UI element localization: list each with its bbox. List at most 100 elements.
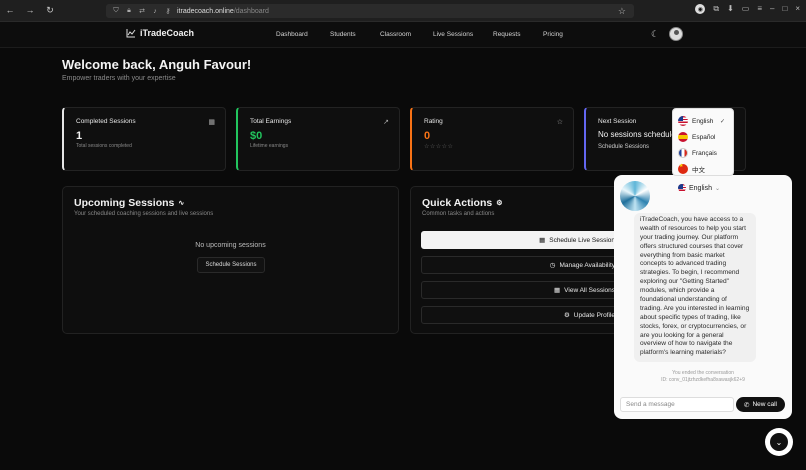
star-icon: ☆ xyxy=(556,119,563,126)
language-option-english[interactable]: English ✓ xyxy=(673,113,733,129)
clock-icon: ◷ xyxy=(549,262,556,269)
option-label: Español xyxy=(692,133,716,141)
china-flag-icon xyxy=(678,163,688,174)
page-subtitle: Empower traders with your expertise xyxy=(62,75,176,82)
message-input[interactable]: Send a message xyxy=(620,397,734,412)
empty-state-text: No upcoming sessions xyxy=(195,242,266,249)
stat-sub: Lifetime earnings xyxy=(250,143,289,149)
reload-icon[interactable]: ↻ xyxy=(44,5,56,16)
page-title: Welcome back, Anguh Favour! xyxy=(62,57,252,72)
key-icon: ⚷ xyxy=(165,8,171,15)
conversation-ended-note: You ended the conversation ID: conv_01jt… xyxy=(614,370,792,383)
chat-toggle-button[interactable]: ⌄ xyxy=(765,428,793,456)
upcoming-title-text: Upcoming Sessions xyxy=(74,197,175,209)
stat-value: 0 xyxy=(424,130,431,142)
stat-title: Total Earnings xyxy=(250,118,292,125)
chat-widget: English ⌄ iTradeCoach, you have access t… xyxy=(614,175,792,419)
calendar-icon: ▦ xyxy=(554,287,561,294)
quick-actions-title-text: Quick Actions xyxy=(422,197,493,209)
manage-availability-button[interactable]: ◷ Manage Availability xyxy=(421,256,621,274)
conversation-id: ID: conv_01jtzhzdkefha8xawasjk62+9 xyxy=(661,376,745,383)
stat-value: 1 xyxy=(76,130,83,142)
shield-icon: ⛉ xyxy=(113,7,119,14)
stat-title: Rating xyxy=(424,118,443,125)
menu-icon[interactable]: ≡ xyxy=(757,4,762,14)
forward-icon[interactable]: → xyxy=(24,5,36,16)
maximize-icon[interactable]: □ xyxy=(782,4,787,14)
schedule-live-session-button[interactable]: ▦ Schedule Live Session xyxy=(421,231,621,249)
activity-icon: ∿ xyxy=(178,200,185,207)
phone-icon: ✆ xyxy=(743,401,750,409)
browser-actions: ◉ ⧉ ⬇ ▭ ≡ – □ × xyxy=(695,4,800,14)
nav-students[interactable]: Students xyxy=(330,31,356,38)
nav-pricing[interactable]: Pricing xyxy=(543,31,563,38)
button-label: View All Sessions xyxy=(564,286,615,294)
gear-icon: ⚙ xyxy=(563,312,570,319)
calendar-icon: ▦ xyxy=(208,119,215,126)
us-flag-icon xyxy=(678,116,688,126)
bookmark-star-icon[interactable]: ☆ xyxy=(618,6,626,17)
theme-toggle-moon-icon[interactable]: ☾ xyxy=(651,29,659,40)
new-call-button[interactable]: ✆ New call xyxy=(736,397,785,412)
button-label: Schedule Live Session xyxy=(549,236,615,244)
back-icon[interactable]: ← xyxy=(4,5,16,16)
settings-icon: ⚙ xyxy=(496,200,503,207)
nav-live-sessions[interactable]: Live Sessions xyxy=(433,31,473,38)
stat-card-rating: Rating ☆ 0 ☆☆☆☆☆ xyxy=(410,107,574,171)
lock-icon: 🔒︎ xyxy=(127,7,131,14)
panel-subtitle: Your scheduled coaching sessions and liv… xyxy=(74,211,214,217)
option-label: Français xyxy=(692,149,717,157)
stat-card-total-earnings: Total Earnings ↗ $0 Lifetime earnings xyxy=(236,107,400,171)
nav-dashboard[interactable]: Dashboard xyxy=(276,31,308,38)
close-window-icon[interactable]: × xyxy=(795,4,800,14)
upcoming-sessions-panel: Upcoming Sessions ∿ Your scheduled coach… xyxy=(62,186,399,334)
option-label: 中文 xyxy=(692,167,705,174)
url-text: itradecoach.online/dashboard xyxy=(177,7,269,15)
stat-title: Completed Sessions xyxy=(76,118,136,125)
app-navbar: iTradeCoach Dashboard Students Classroom… xyxy=(0,22,806,48)
calendar-icon: ▦ xyxy=(539,237,546,244)
language-option-spanish[interactable]: Español xyxy=(673,129,733,145)
downloads-icon[interactable]: ⬇ xyxy=(727,4,734,14)
button-label: New call xyxy=(752,401,777,408)
button-label: Update Profile xyxy=(573,311,615,319)
language-dropdown: English ✓ Español Français 中文 xyxy=(672,108,734,176)
extension-icon[interactable]: ◉ xyxy=(695,4,706,14)
mic-icon: ♪ xyxy=(153,7,157,15)
permissions-icon: ⇄ xyxy=(139,8,145,15)
chevron-down-icon: ⌄ xyxy=(770,433,788,451)
browser-nav: ← → ↻ xyxy=(0,5,110,16)
chart-line-icon xyxy=(126,29,136,38)
address-bar[interactable]: ⛉ 🔒︎ ⇄ ♪ ⚷ itradecoach.online/dashboard … xyxy=(106,4,634,18)
update-profile-button[interactable]: ⚙ Update Profile xyxy=(421,306,621,324)
stat-sub: Total sessions completed xyxy=(76,143,132,149)
us-flag-icon xyxy=(678,184,686,192)
option-label: English xyxy=(692,117,714,125)
extensions-icon[interactable]: ⧉ xyxy=(713,4,719,14)
language-option-french[interactable]: Français xyxy=(673,145,733,161)
panel-title: Upcoming Sessions ∿ xyxy=(74,197,387,209)
nav-requests[interactable]: Requests xyxy=(493,31,520,38)
minimize-icon[interactable]: – xyxy=(770,4,774,14)
check-icon: ✓ xyxy=(719,118,725,125)
sidebar-icon[interactable]: ▭ xyxy=(742,4,750,14)
view-all-sessions-button[interactable]: ▦ View All Sessions xyxy=(421,281,621,299)
assistant-message: iTradeCoach, you have access to a wealth… xyxy=(634,213,756,362)
stat-card-completed-sessions: Completed Sessions ▦ 1 Total sessions co… xyxy=(62,107,226,171)
brand-name: iTradeCoach xyxy=(140,28,195,38)
assistant-avatar xyxy=(620,181,650,211)
button-label: Manage Availability xyxy=(559,261,615,269)
chat-language-label: English xyxy=(689,184,712,192)
browser-toolbar: ← → ↻ ⛉ 🔒︎ ⇄ ♪ ⚷ itradecoach.online/dash… xyxy=(0,0,806,22)
user-avatar[interactable] xyxy=(669,27,683,41)
stat-value: $0 xyxy=(250,130,263,142)
nav-classroom[interactable]: Classroom xyxy=(380,31,411,38)
brand-logo[interactable]: iTradeCoach xyxy=(126,28,194,38)
chat-language-selector[interactable]: English ⌄ xyxy=(678,184,720,192)
rating-stars: ☆☆☆☆☆ xyxy=(424,144,454,150)
chevron-down-icon: ⌄ xyxy=(714,185,720,192)
schedule-sessions-button[interactable]: Schedule Sessions xyxy=(197,257,265,273)
trend-icon: ↗ xyxy=(383,119,389,126)
france-flag-icon xyxy=(678,148,688,158)
language-option-chinese[interactable]: 中文 xyxy=(673,161,733,177)
